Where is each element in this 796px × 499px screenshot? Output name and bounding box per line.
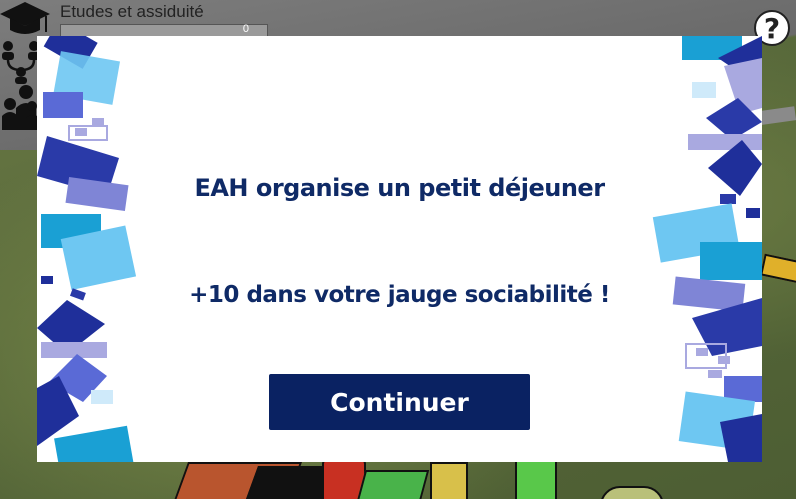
board-tile	[515, 456, 557, 499]
continue-button[interactable]: Continuer	[269, 374, 530, 430]
event-title: EAH organise un petit déjeuner	[194, 174, 605, 202]
event-message: +10 dans votre jauge sociabilité !	[189, 282, 610, 308]
dialog-content: EAH organise un petit déjeuner +10 dans …	[37, 36, 762, 462]
board-tile	[600, 486, 664, 499]
question-mark-icon: ?	[763, 11, 781, 45]
board-tile	[430, 462, 468, 499]
studies-gauge-label: Etudes et assiduité	[60, 2, 204, 21]
people-group-icon	[2, 85, 40, 130]
organization-chart-icon	[2, 41, 40, 84]
board-tile	[354, 470, 430, 499]
studies-gauge-value: 0	[242, 23, 249, 35]
event-dialog: EAH organise un petit déjeuner +10 dans …	[37, 36, 762, 462]
game-screen: Etudes et assiduité 0 ? EAH organise un …	[0, 0, 796, 499]
graduation-cap-icon	[0, 2, 50, 34]
